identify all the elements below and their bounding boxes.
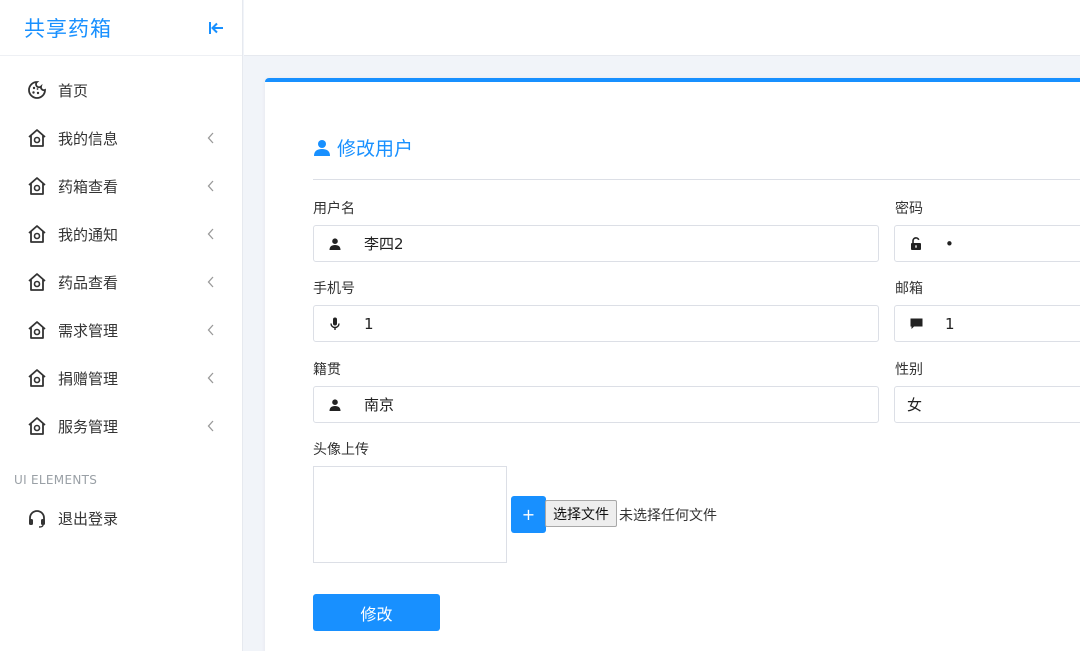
chevron-left-icon	[206, 131, 216, 145]
sidebar-item-donation[interactable]: 捐赠管理	[0, 354, 242, 402]
home-icon	[26, 271, 48, 293]
username-label: 用户名	[313, 201, 355, 217]
headset-icon	[26, 507, 48, 529]
sidebar-item-label: 我的信息	[58, 129, 119, 148]
sidebar-item-logout[interactable]: 退出登录	[0, 494, 242, 542]
hometown-value: 南京	[364, 396, 395, 414]
home-icon	[26, 175, 48, 197]
user-icon	[313, 139, 331, 157]
hometown-field[interactable]: 南京	[313, 386, 879, 423]
hometown-label: 籍贯	[313, 362, 341, 378]
email-label: 邮箱	[895, 281, 923, 297]
page-title-text: 修改用户	[337, 138, 414, 160]
email-field[interactable]: 1	[894, 305, 1080, 342]
sidebar-item-label: 药箱查看	[58, 177, 119, 196]
sidebar-item-notifications[interactable]: 我的通知	[0, 210, 242, 258]
chevron-left-icon	[206, 419, 216, 433]
unlock-icon	[895, 237, 935, 250]
sidebar-item-label: 我的通知	[58, 225, 119, 244]
upload-plus-button[interactable]: +	[511, 496, 546, 533]
avatar-preview	[313, 466, 507, 563]
sidebar-item-medicines[interactable]: 药品查看	[0, 258, 242, 306]
chevron-left-icon	[206, 323, 216, 337]
phone-label: 手机号	[313, 281, 355, 297]
choose-file-button[interactable]: 选择文件	[545, 500, 617, 527]
sidebar-item-label: 药品查看	[58, 273, 119, 292]
edit-user-card: 修改用户 用户名 李四2 密码 • 手机号 1 邮箱 1 籍贯 南京 性别 女 …	[265, 78, 1080, 651]
comment-icon	[895, 318, 935, 330]
password-label: 密码	[895, 201, 923, 217]
gender-value: 女	[907, 396, 923, 414]
phone-value: 1	[364, 314, 374, 333]
phone-field[interactable]: 1	[313, 305, 879, 342]
sidebar-item-service[interactable]: 服务管理	[0, 402, 242, 450]
section-label: UI ELEMENTS	[14, 473, 98, 487]
sidebar-item-home[interactable]: 首页	[0, 66, 242, 114]
sidebar-item-label: 首页	[58, 81, 89, 100]
username-value: 李四2	[364, 235, 404, 253]
password-field[interactable]: •	[894, 225, 1080, 262]
user-icon	[314, 398, 354, 411]
sidebar-item-my-info[interactable]: 我的信息	[0, 114, 242, 162]
username-field[interactable]: 李四2	[313, 225, 879, 262]
chevron-left-icon	[206, 227, 216, 241]
user-icon	[314, 237, 354, 250]
chevron-left-icon	[206, 275, 216, 289]
microphone-icon	[314, 317, 354, 331]
gender-label: 性别	[895, 362, 923, 378]
home-icon	[26, 223, 48, 245]
brand-title: 共享药箱	[24, 16, 112, 41]
file-status-text: 未选择任何文件	[619, 508, 717, 524]
sidebar: 共享药箱 首页 我的信息 药箱查看 我的通知 药品查看 需求管理 捐赠管理 服务…	[0, 0, 243, 651]
password-value: •	[945, 234, 954, 253]
sidebar-item-label: 服务管理	[58, 417, 119, 436]
top-bar	[244, 0, 1080, 56]
sidebar-item-medicine-box[interactable]: 药箱查看	[0, 162, 242, 210]
sidebar-item-label: 需求管理	[58, 321, 119, 340]
home-icon	[26, 367, 48, 389]
sidebar-item-label: 捐赠管理	[58, 369, 119, 388]
brand-bar: 共享药箱	[0, 0, 242, 56]
divider	[313, 179, 1080, 180]
cookie-icon	[26, 79, 48, 101]
chevron-left-icon	[206, 371, 216, 385]
home-icon	[26, 319, 48, 341]
sidebar-item-demand[interactable]: 需求管理	[0, 306, 242, 354]
sidebar-item-label: 退出登录	[58, 509, 119, 528]
home-icon	[26, 415, 48, 437]
avatar-label: 头像上传	[313, 442, 369, 458]
home-icon	[26, 127, 48, 149]
page-title: 修改用户	[313, 134, 413, 161]
email-value: 1	[945, 314, 955, 333]
collapse-left-icon[interactable]	[208, 21, 224, 35]
sidebar-menu: 首页 我的信息 药箱查看 我的通知 药品查看 需求管理 捐赠管理 服务管理 UI…	[0, 56, 242, 542]
chevron-left-icon	[206, 179, 216, 193]
gender-select[interactable]: 女	[894, 386, 1080, 423]
submit-button[interactable]: 修改	[313, 594, 440, 631]
